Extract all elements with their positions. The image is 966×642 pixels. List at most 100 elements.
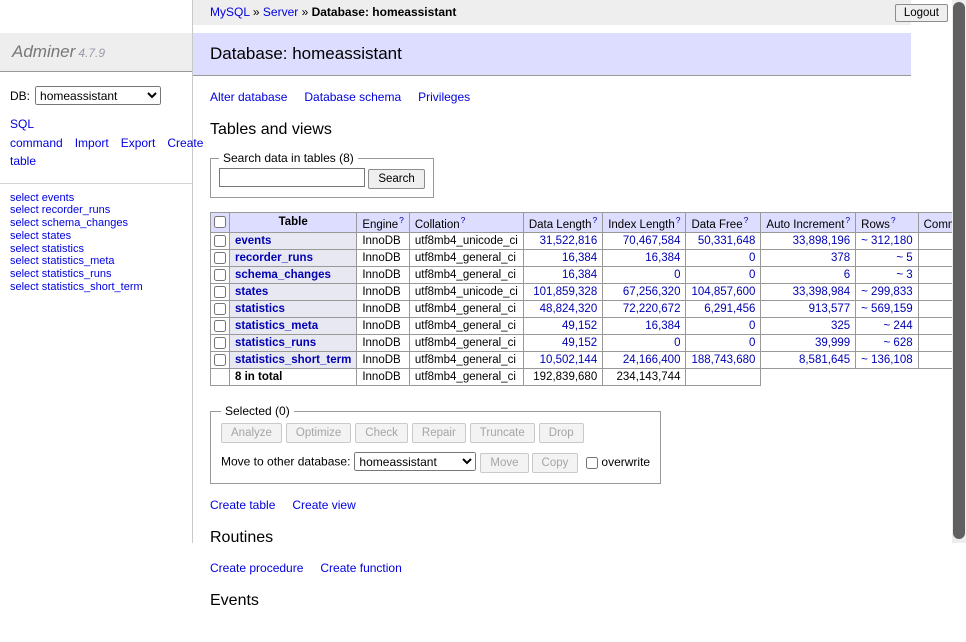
move-db-select[interactable]: homeassistant <box>354 452 476 471</box>
rows-link[interactable]: ~ 244 <box>884 320 913 332</box>
rows-link[interactable]: ~ 136,108 <box>861 354 912 366</box>
create-table-link[interactable]: Create table <box>210 498 275 512</box>
auto-increment-link[interactable]: 913,577 <box>809 303 851 315</box>
data-length-link[interactable]: 49,152 <box>562 320 597 332</box>
data-length-link[interactable]: 10,502,144 <box>540 354 598 366</box>
table-name-link[interactable]: schema_changes <box>235 269 331 281</box>
action-link[interactable]: Database schema <box>304 90 401 104</box>
help-link[interactable]: ? <box>744 215 749 225</box>
row-checkbox[interactable] <box>214 286 226 298</box>
vertical-scrollbar[interactable] <box>952 0 966 543</box>
action-link[interactable]: Alter database <box>210 90 287 104</box>
select-all-checkbox[interactable] <box>214 216 226 228</box>
rows-link[interactable]: ~ 5 <box>896 252 912 264</box>
help-link[interactable]: ? <box>399 215 404 225</box>
data-free-link[interactable]: 104,857,600 <box>691 286 755 298</box>
table-name-link[interactable]: states <box>235 286 268 298</box>
auto-increment-link[interactable]: 33,898,196 <box>793 235 851 247</box>
search-button[interactable]: Search <box>368 169 424 189</box>
rows-link[interactable]: ~ 3 <box>896 269 912 281</box>
rows-link[interactable]: ~ 299,833 <box>861 286 912 298</box>
app-name-link[interactable]: Adminer <box>12 42 75 61</box>
create-function-link[interactable]: Create function <box>320 561 401 575</box>
row-checkbox[interactable] <box>214 235 226 247</box>
row-checkbox[interactable] <box>214 269 226 281</box>
rows-link[interactable]: ~ 569,159 <box>861 303 912 315</box>
help-link[interactable]: ? <box>676 215 681 225</box>
overwrite-checkbox[interactable] <box>586 457 598 469</box>
data-free-link[interactable]: 188,743,680 <box>691 354 755 366</box>
create-procedure-link[interactable]: Create procedure <box>210 561 303 575</box>
data-length-link[interactable]: 16,384 <box>562 269 597 281</box>
data-free-link[interactable]: 0 <box>749 320 755 332</box>
sidebar-item-select-statistics_runs[interactable]: select statistics_runs <box>0 268 192 281</box>
index-length-link[interactable]: 70,467,584 <box>623 235 681 247</box>
search-input[interactable] <box>219 168 365 187</box>
selected-action-optimize-button[interactable]: Optimize <box>286 423 351 443</box>
sidebar-link[interactable]: Export <box>121 136 156 150</box>
sidebar-item-select-recorder_runs[interactable]: select recorder_runs <box>0 204 192 217</box>
selected-action-drop-button[interactable]: Drop <box>539 423 584 443</box>
auto-increment-link[interactable]: 33,398,984 <box>793 286 851 298</box>
sidebar-link[interactable]: SQL command <box>10 117 63 150</box>
auto-increment-link[interactable]: 325 <box>831 320 850 332</box>
help-link[interactable]: ? <box>845 215 850 225</box>
index-length-link[interactable]: 24,166,400 <box>623 354 681 366</box>
sidebar-item-select-statistics_short_term[interactable]: select statistics_short_term <box>0 281 192 294</box>
auto-increment-link[interactable]: 6 <box>844 269 850 281</box>
table-name-link[interactable]: statistics <box>235 303 285 315</box>
scrollbar-thumb[interactable] <box>953 2 965 539</box>
rows-link[interactable]: ~ 312,180 <box>861 235 912 247</box>
sidebar-item-select-events[interactable]: select events <box>0 192 192 205</box>
index-length-link[interactable]: 0 <box>674 269 680 281</box>
auto-increment-link[interactable]: 8,581,645 <box>799 354 850 366</box>
sidebar-item-select-states[interactable]: select states <box>0 230 192 243</box>
row-checkbox[interactable] <box>214 320 226 332</box>
index-length-link[interactable]: 16,384 <box>645 252 680 264</box>
row-checkbox[interactable] <box>214 337 226 349</box>
data-free-link[interactable]: 6,291,456 <box>704 303 755 315</box>
data-free-link[interactable]: 50,331,648 <box>698 235 756 247</box>
auto-increment-link[interactable]: 39,999 <box>815 337 850 349</box>
table-name-link[interactable]: statistics_runs <box>235 337 316 349</box>
rows-link[interactable]: ~ 628 <box>884 337 913 349</box>
table-name-link[interactable]: events <box>235 235 271 247</box>
data-length-link[interactable]: 31,522,816 <box>540 235 598 247</box>
data-free-link[interactable]: 0 <box>749 252 755 264</box>
table-name-link[interactable]: statistics_meta <box>235 320 318 332</box>
data-length-link[interactable]: 101,859,328 <box>533 286 597 298</box>
index-length-link[interactable]: 72,220,672 <box>623 303 681 315</box>
table-name-link[interactable]: statistics_short_term <box>235 354 351 366</box>
selected-action-truncate-button[interactable]: Truncate <box>470 423 535 443</box>
db-select[interactable]: homeassistant <box>35 86 161 105</box>
index-length-link[interactable]: 16,384 <box>645 320 680 332</box>
sidebar-item-select-schema_changes[interactable]: select schema_changes <box>0 217 192 230</box>
index-length-link[interactable]: 0 <box>674 337 680 349</box>
selected-action-analyze-button[interactable]: Analyze <box>221 423 282 443</box>
breadcrumb-link[interactable]: MySQL <box>210 5 250 19</box>
create-view-link[interactable]: Create view <box>292 498 355 512</box>
auto-increment-link[interactable]: 378 <box>831 252 850 264</box>
logout-button[interactable]: Logout <box>895 4 948 22</box>
data-free-link[interactable]: 0 <box>749 269 755 281</box>
data-length-link[interactable]: 49,152 <box>562 337 597 349</box>
row-checkbox[interactable] <box>214 252 226 264</box>
breadcrumb-link[interactable]: Server <box>263 5 298 19</box>
sidebar-item-select-statistics[interactable]: select statistics <box>0 243 192 256</box>
data-free-link[interactable]: 0 <box>749 337 755 349</box>
help-link[interactable]: ? <box>592 215 597 225</box>
help-link[interactable]: ? <box>461 215 466 225</box>
table-name-link[interactable]: recorder_runs <box>235 252 313 264</box>
selected-action-check-button[interactable]: Check <box>355 423 408 443</box>
move-button[interactable]: Move <box>480 453 528 473</box>
sidebar-item-select-statistics_meta[interactable]: select statistics_meta <box>0 255 192 268</box>
selected-action-repair-button[interactable]: Repair <box>412 423 466 443</box>
data-length-link[interactable]: 48,824,320 <box>540 303 598 315</box>
row-checkbox[interactable] <box>214 354 226 366</box>
data-length-link[interactable]: 16,384 <box>562 252 597 264</box>
sidebar-link[interactable]: Import <box>75 136 109 150</box>
index-length-link[interactable]: 67,256,320 <box>623 286 681 298</box>
copy-button[interactable]: Copy <box>532 453 579 473</box>
row-checkbox[interactable] <box>214 303 226 315</box>
help-link[interactable]: ? <box>891 215 896 225</box>
